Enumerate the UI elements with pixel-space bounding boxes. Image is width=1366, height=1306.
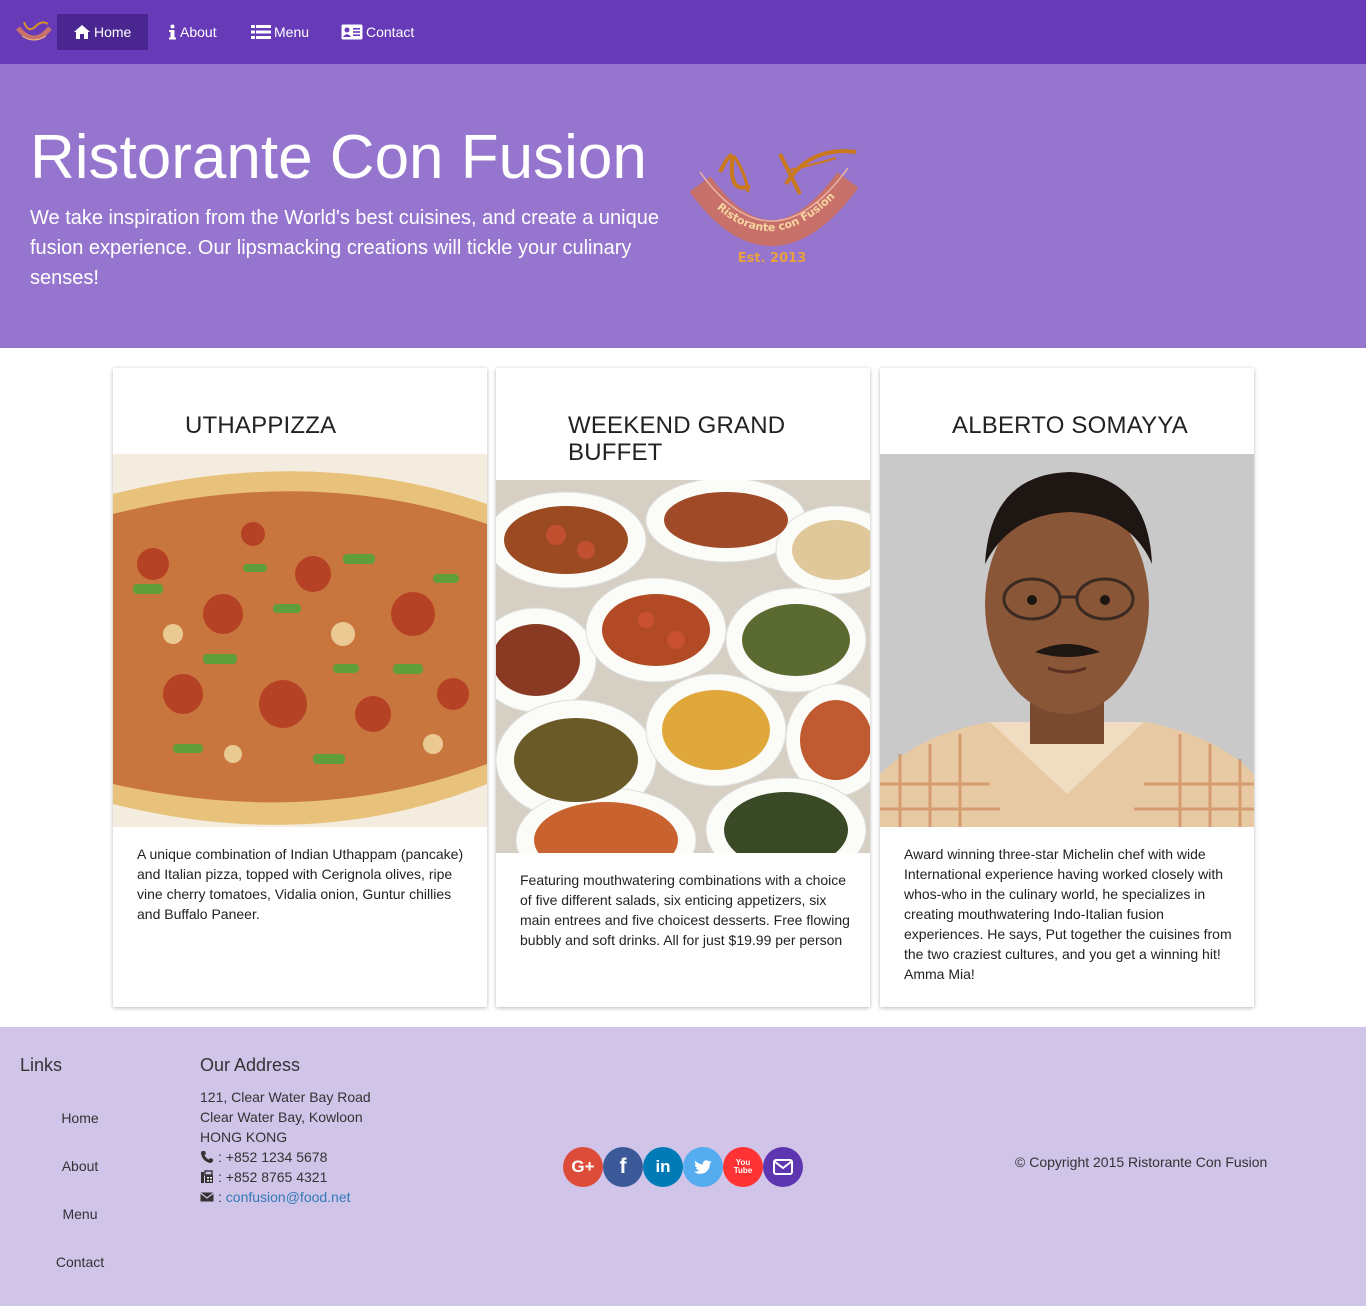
social-links: G+ f in You Tube [563,1147,803,1187]
address-line: Clear Water Bay, Kowloon [200,1109,363,1125]
buffet-image [496,480,870,853]
logo-est-text: Est. 2013 [738,251,806,266]
chef-photo [880,454,1254,827]
card-description: Award winning three-star Michelin chef w… [904,846,1232,982]
nav-menu-label: Menu [274,24,310,40]
home-icon [73,24,91,40]
phone-row: : +852 1234 5678 [200,1147,371,1167]
info-icon [168,24,177,40]
nav-menu[interactable]: Menu [235,14,325,50]
nav-home[interactable]: Home [57,14,148,50]
address-card-icon [341,24,363,40]
navbar: Home About Menu Contact [0,0,1366,64]
fax-icon [200,1170,214,1184]
copyright-text: © Copyright 2015 Ristorante Con Fusion [1015,1154,1268,1170]
envelope-icon [200,1190,214,1204]
footer: Links Home About Menu Contact Our Addres… [0,1027,1366,1306]
card-title: ALBERTO SOMAYYA [952,412,1188,439]
footer-link-menu[interactable]: Menu [0,1206,160,1222]
fax-number: : +852 8765 4321 [218,1169,328,1185]
footer-link-contact[interactable]: Contact [0,1254,160,1270]
page-title: Ristorante Con Fusion [30,123,647,192]
nav-about-label: About [180,24,217,40]
links-heading: Links [20,1055,63,1075]
footer-link-home[interactable]: Home [0,1110,160,1126]
email-row: : confusion@food.net [200,1187,371,1207]
card-description: Featuring mouthwatering combinations wit… [520,872,850,948]
nav-home-label: Home [94,24,132,40]
linkedin-icon[interactable]: in [643,1147,683,1187]
address-line: HONG KONG [200,1129,288,1145]
card-chef: ALBERTO SOMAYYA Award winning three-star… [880,368,1254,1007]
jumbotron: Ristorante Con Fusion We take inspiratio… [0,64,1366,348]
pizza-image [113,454,487,827]
email-prefix: : [218,1189,226,1205]
restaurant-logo-large: Ristorante con Fusion Est. 2013 [689,144,866,274]
address-heading: Our Address [200,1055,301,1075]
jumbotron-text: We take inspiration from the World's bes… [30,207,659,289]
address-block: 121, Clear Water Bay Road Clear Water Ba… [200,1087,371,1207]
mail-icon[interactable] [763,1147,803,1187]
phone-number: : +852 1234 5678 [218,1149,328,1165]
phone-icon [200,1150,214,1164]
google-plus-icon[interactable]: G+ [563,1147,603,1187]
fax-row: : +852 8765 4321 [200,1167,371,1187]
card-title: UTHAPPIZZA [185,412,337,439]
card-title: WEEKEND GRAND BUFFET [568,412,786,466]
twitter-icon[interactable] [683,1147,723,1187]
nav-contact-label: Contact [366,24,415,40]
footer-link-about[interactable]: About [0,1158,160,1174]
nav-contact[interactable]: Contact [325,14,435,50]
card-weekend-buffet: WEEKEND GRAND BUFFET Featuring mouthwate… [496,368,870,1007]
card-description: A unique combination of Indian Uthappam … [137,846,464,922]
address-line: 121, Clear Water Bay Road [200,1089,371,1105]
email-link[interactable]: confusion@food.net [226,1187,351,1207]
facebook-icon[interactable]: f [603,1147,643,1187]
list-icon [251,24,271,40]
restaurant-logo[interactable] [14,14,54,50]
nav-about[interactable]: About [152,14,232,50]
card-uthappizza: UTHAPPIZZA A unique combination of India… [113,368,487,1007]
youtube-icon[interactable]: You Tube [723,1147,763,1187]
